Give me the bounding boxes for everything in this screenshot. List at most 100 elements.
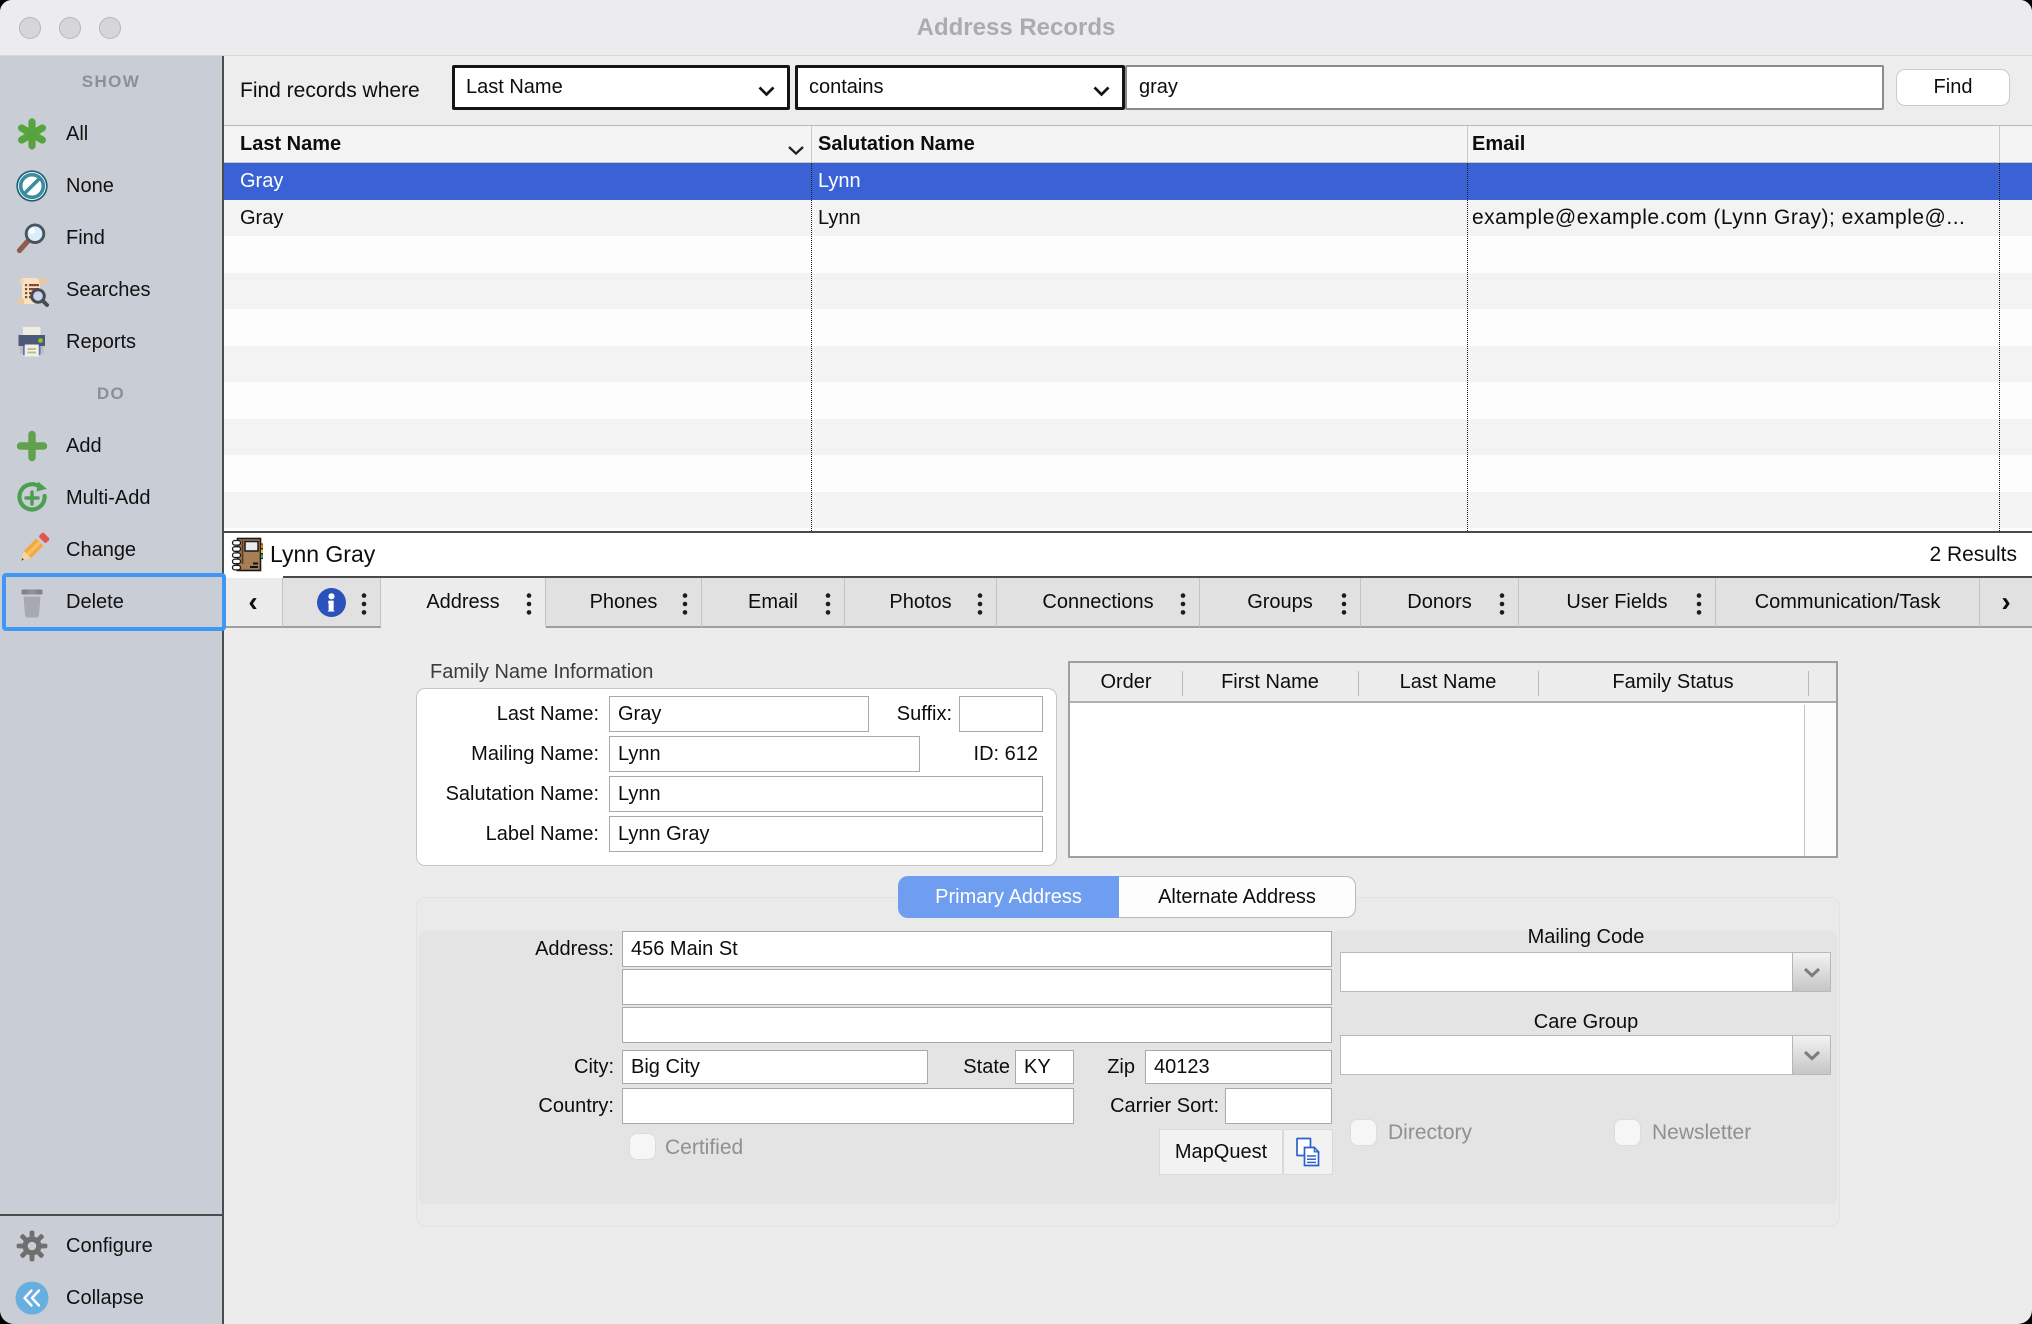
sort-chevron-icon[interactable] (787, 139, 805, 162)
table-row-selected[interactable]: Gray Lynn (224, 163, 2032, 200)
country-label: Country: (417, 1088, 614, 1124)
directory-checkbox[interactable] (1350, 1119, 1377, 1146)
newsletter-label: Newsletter (1652, 1119, 1751, 1146)
column-divider (1808, 671, 1809, 696)
tab-communication-task[interactable]: Communication/Task (1716, 578, 1980, 628)
newsletter-checkbox[interactable] (1614, 1119, 1641, 1146)
tab-donors[interactable]: Donors (1361, 578, 1519, 628)
label-name-input[interactable] (609, 816, 1043, 852)
record-name: Lynn Gray (270, 533, 375, 576)
field-select[interactable]: Last Name (452, 65, 790, 110)
care-group-select[interactable] (1340, 1035, 1831, 1075)
sidebar-item-multi-add[interactable]: Multi-Add (0, 472, 222, 524)
zip-input[interactable] (1145, 1050, 1332, 1084)
address-line1-input[interactable] (622, 931, 1332, 967)
results-table: Last Name Salutation Name Email Gray Lyn… (224, 125, 2032, 531)
column-divider[interactable] (1999, 126, 2000, 163)
operator-select[interactable]: contains (795, 65, 1125, 110)
sidebar-item-find[interactable]: Find (0, 212, 222, 264)
members-column-last-name[interactable]: Last Name (1358, 663, 1538, 702)
mailing-name-input[interactable] (609, 736, 920, 772)
tab-menu-dots-icon[interactable] (1696, 593, 1702, 615)
directory-label: Directory (1388, 1119, 1472, 1146)
mailing-code-select[interactable] (1340, 952, 1831, 992)
address-line2-input[interactable] (622, 969, 1332, 1005)
info-icon[interactable] (316, 587, 347, 618)
tab-email[interactable]: Email (702, 578, 845, 628)
tab-menu-dots-icon[interactable] (1180, 593, 1186, 615)
suffix-label: Suffix: (857, 696, 952, 732)
tab-address[interactable]: Address (381, 578, 546, 628)
app-window: Address Records SHOW All None Find Searc… (0, 0, 2032, 1324)
gear-icon (15, 1229, 49, 1263)
tab-scroll-back-button[interactable]: ‹ (224, 578, 283, 628)
members-column-family-status[interactable]: Family Status (1538, 663, 1808, 702)
tab-phones[interactable]: Phones (546, 578, 702, 628)
trash-icon (15, 585, 49, 619)
sidebar-item-searches[interactable]: Searches (0, 264, 222, 316)
tab-info[interactable] (283, 578, 381, 628)
certified-checkbox[interactable] (629, 1133, 656, 1160)
column-header-salutation[interactable]: Salutation Name (818, 126, 975, 162)
members-scrollbar-track[interactable] (1804, 705, 1836, 856)
tab-menu-dots-icon[interactable] (526, 593, 532, 615)
tab-connections[interactable]: Connections (997, 578, 1200, 628)
table-row[interactable]: Gray Lynn example@example.com (Lynn Gray… (224, 200, 2032, 237)
family-group-label: Family Name Information (430, 661, 653, 684)
sidebar: SHOW All None Find Searches Reports DO A… (0, 56, 224, 1324)
mailing-code-label: Mailing Code (1340, 926, 1832, 949)
column-gridline (811, 163, 812, 531)
collapse-icon (13, 1279, 51, 1317)
sidebar-item-collapse[interactable]: Collapse (0, 1272, 222, 1324)
sidebar-item-change[interactable]: Change (0, 524, 222, 576)
carrier-sort-input[interactable] (1225, 1088, 1332, 1124)
copy-address-button[interactable] (1283, 1129, 1333, 1175)
members-column-order[interactable]: Order (1070, 663, 1182, 702)
tab-user-fields[interactable]: User Fields (1519, 578, 1716, 628)
tab-menu-dots-icon[interactable] (825, 593, 831, 615)
last-name-input[interactable] (609, 696, 869, 732)
sidebar-item-delete[interactable]: Delete (0, 576, 222, 628)
address-line3-input[interactable] (622, 1007, 1332, 1043)
sidebar-item-reports[interactable]: Reports (0, 316, 222, 368)
column-header-last-name[interactable]: Last Name (240, 126, 341, 162)
plus-icon (15, 429, 49, 463)
mailing-name-label: Mailing Name: (417, 736, 599, 772)
tab-groups[interactable]: Groups (1200, 578, 1361, 628)
pencil-icon (14, 532, 50, 568)
primary-address-tab[interactable]: Primary Address (898, 876, 1119, 918)
copy-address-icon (1293, 1136, 1323, 1169)
column-gridline (1999, 163, 2000, 531)
results-header: Last Name Salutation Name Email (224, 125, 2032, 163)
find-button[interactable]: Find (1896, 69, 2010, 106)
sidebar-item-all[interactable]: All (0, 108, 222, 160)
sidebar-item-configure[interactable]: Configure (0, 1220, 222, 1272)
members-column-first-name[interactable]: First Name (1182, 663, 1358, 702)
chevron-down-icon (1792, 953, 1830, 991)
city-input[interactable] (622, 1050, 928, 1084)
tab-menu-dots-icon[interactable] (1341, 593, 1347, 615)
multi-add-icon (14, 480, 50, 516)
mapquest-button[interactable]: MapQuest (1159, 1129, 1283, 1175)
sidebar-item-add[interactable]: Add (0, 420, 222, 472)
search-query-input[interactable] (1125, 65, 1884, 110)
tab-menu-dots-icon[interactable] (1499, 593, 1505, 615)
tab-photos[interactable]: Photos (845, 578, 997, 628)
table-row-empty (224, 309, 2032, 346)
column-divider[interactable] (811, 126, 812, 163)
tab-menu-dots-icon[interactable] (977, 593, 983, 615)
country-input[interactable] (622, 1088, 1074, 1124)
salutation-name-label: Salutation Name: (417, 776, 599, 812)
members-header: Order First Name Last Name Family Status (1070, 663, 1836, 703)
column-divider[interactable] (1467, 126, 1468, 163)
tab-menu-dots-icon[interactable] (682, 593, 688, 615)
suffix-input[interactable] (959, 696, 1043, 732)
alternate-address-tab[interactable]: Alternate Address (1119, 876, 1356, 918)
find-records-label: Find records where (240, 56, 420, 125)
sidebar-item-none[interactable]: None (0, 160, 222, 212)
tab-scroll-forward-button[interactable]: › (1980, 578, 2032, 628)
table-row-empty (224, 382, 2032, 419)
salutation-name-input[interactable] (609, 776, 1043, 812)
tab-menu-dots-icon[interactable] (361, 593, 367, 615)
column-header-email[interactable]: Email (1472, 126, 1525, 162)
